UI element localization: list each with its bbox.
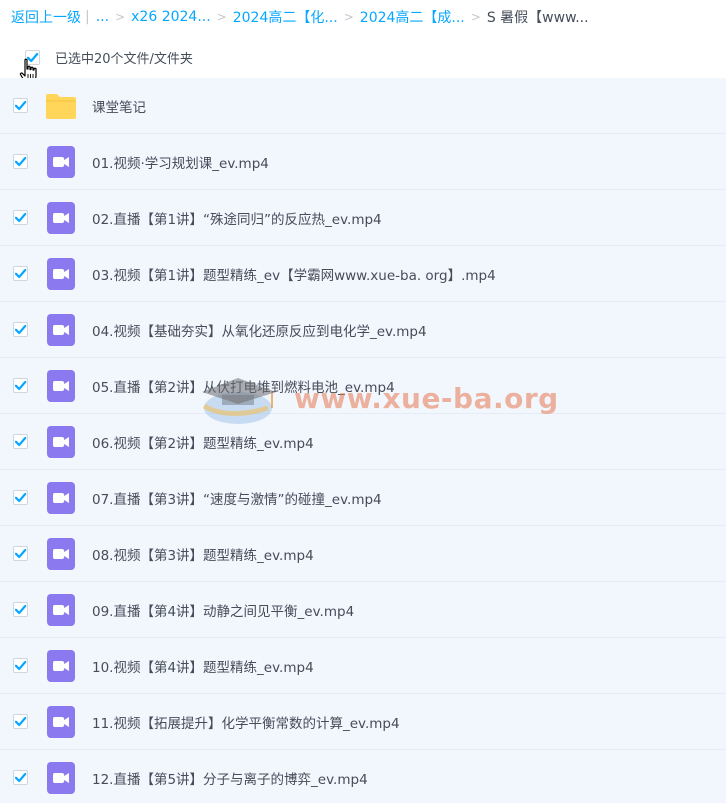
- file-row[interactable]: 08.视频【第3讲】题型精练_ev.mp4: [0, 526, 726, 582]
- file-name[interactable]: 04.视频【基础夯实】从氧化还原反应到电化学_ev.mp4: [92, 320, 427, 340]
- check-icon: [14, 212, 27, 223]
- check-icon: [14, 772, 27, 783]
- row-checkbox[interactable]: [13, 210, 28, 225]
- breadcrumb-item-3[interactable]: 2024高二【成...: [360, 7, 465, 27]
- row-checkbox[interactable]: [13, 770, 28, 785]
- file-name[interactable]: 12.直播【第5讲】分子与离子的博弈_ev.mp4: [92, 768, 368, 788]
- check-icon: [14, 268, 27, 279]
- breadcrumb-item-2[interactable]: 2024高二【化...: [233, 7, 338, 27]
- file-row[interactable]: 12.直播【第5讲】分子与离子的博弈_ev.mp4: [0, 750, 726, 803]
- video-file-icon: [45, 201, 77, 234]
- file-row[interactable]: 10.视频【第4讲】题型精练_ev.mp4: [0, 638, 726, 694]
- video-file-icon: [45, 425, 77, 458]
- row-checkbox[interactable]: [13, 322, 28, 337]
- breadcrumb: 返回上一级 | ... > x26 2024... > 2024高二【化... …: [0, 0, 726, 34]
- file-row[interactable]: 03.视频【第1讲】题型精练_ev【学霸网www.xue-ba. org】.mp…: [0, 246, 726, 302]
- row-checkbox[interactable]: [13, 714, 28, 729]
- chevron-right-icon: >: [216, 10, 227, 24]
- file-name[interactable]: 01.视频·学习规划课_ev.mp4: [92, 152, 269, 172]
- check-icon: [14, 604, 27, 615]
- file-row[interactable]: 06.视频【第2讲】题型精练_ev.mp4: [0, 414, 726, 470]
- file-row[interactable]: 课堂笔记: [0, 78, 726, 134]
- file-row[interactable]: 05.直播【第2讲】从伏打电堆到燃料电池_ev.mp4: [0, 358, 726, 414]
- folder-icon: [45, 90, 77, 122]
- file-row[interactable]: 01.视频·学习规划课_ev.mp4: [0, 134, 726, 190]
- check-icon: [14, 716, 27, 727]
- video-file-icon: [45, 369, 77, 402]
- file-row[interactable]: 09.直播【第4讲】动静之间见平衡_ev.mp4: [0, 582, 726, 638]
- row-checkbox[interactable]: [13, 546, 28, 561]
- check-icon: [14, 100, 27, 111]
- check-icon: [14, 660, 27, 671]
- breadcrumb-item-1[interactable]: x26 2024...: [131, 9, 211, 25]
- row-checkbox[interactable]: [13, 98, 28, 113]
- file-name[interactable]: 05.直播【第2讲】从伏打电堆到燃料电池_ev.mp4: [92, 376, 395, 396]
- check-icon: [14, 324, 27, 335]
- file-row[interactable]: 02.直播【第1讲】“殊途同归”的反应热_ev.mp4: [0, 190, 726, 246]
- chevron-right-icon: >: [343, 10, 354, 24]
- check-icon: [14, 380, 27, 391]
- file-browser: 返回上一级 | ... > x26 2024... > 2024高二【化... …: [0, 0, 726, 803]
- row-checkbox[interactable]: [13, 434, 28, 449]
- file-row[interactable]: 11.视频【拓展提升】化学平衡常数的计算_ev.mp4: [0, 694, 726, 750]
- file-name[interactable]: 06.视频【第2讲】题型精练_ev.mp4: [92, 432, 314, 452]
- breadcrumb-current: S 暑假【www...: [486, 10, 589, 26]
- file-name[interactable]: 10.视频【第4讲】题型精练_ev.mp4: [92, 656, 314, 676]
- file-list: 课堂笔记 01.视频·学习规划课_ev.mp4 02.直播【第1讲】“殊途同归”的反…: [0, 78, 726, 803]
- file-name[interactable]: 11.视频【拓展提升】化学平衡常数的计算_ev.mp4: [92, 712, 400, 732]
- file-name[interactable]: 09.直播【第4讲】动静之间见平衡_ev.mp4: [92, 600, 354, 620]
- selection-bar: 已选中20个文件/文件夹: [0, 38, 726, 76]
- video-file-icon: [45, 649, 77, 682]
- video-file-icon: [45, 705, 77, 738]
- video-file-icon: [45, 313, 77, 346]
- row-checkbox[interactable]: [13, 266, 28, 281]
- breadcrumb-divider: |: [85, 9, 90, 25]
- file-name[interactable]: 07.直播【第3讲】“速度与激情”的碰撞_ev.mp4: [92, 488, 382, 508]
- video-file-icon: [45, 481, 77, 514]
- check-icon: [14, 156, 27, 167]
- breadcrumb-ellipsis[interactable]: ...: [96, 9, 109, 25]
- row-checkbox[interactable]: [13, 154, 28, 169]
- video-file-icon: [45, 537, 77, 570]
- video-file-icon: [45, 257, 77, 290]
- check-icon: [14, 548, 27, 559]
- check-icon: [14, 492, 27, 503]
- row-checkbox[interactable]: [13, 658, 28, 673]
- file-name[interactable]: 课堂笔记: [92, 96, 146, 116]
- file-name[interactable]: 08.视频【第3讲】题型精练_ev.mp4: [92, 544, 314, 564]
- row-checkbox[interactable]: [13, 602, 28, 617]
- row-checkbox[interactable]: [13, 378, 28, 393]
- selection-count-text: 已选中20个文件/文件夹: [55, 51, 193, 67]
- row-checkbox[interactable]: [13, 490, 28, 505]
- file-row[interactable]: 04.视频【基础夯实】从氧化还原反应到电化学_ev.mp4: [0, 302, 726, 358]
- chevron-right-icon: >: [470, 10, 481, 24]
- video-file-icon: [45, 593, 77, 626]
- file-name[interactable]: 03.视频【第1讲】题型精练_ev【学霸网www.xue-ba. org】.mp…: [92, 264, 496, 284]
- file-row[interactable]: 07.直播【第3讲】“速度与激情”的碰撞_ev.mp4: [0, 470, 726, 526]
- check-icon: [14, 436, 27, 447]
- video-file-icon: [45, 761, 77, 794]
- back-link[interactable]: 返回上一级: [11, 7, 81, 27]
- file-name[interactable]: 02.直播【第1讲】“殊途同归”的反应热_ev.mp4: [92, 208, 382, 228]
- chevron-right-icon: >: [115, 10, 126, 24]
- video-file-icon: [45, 145, 77, 178]
